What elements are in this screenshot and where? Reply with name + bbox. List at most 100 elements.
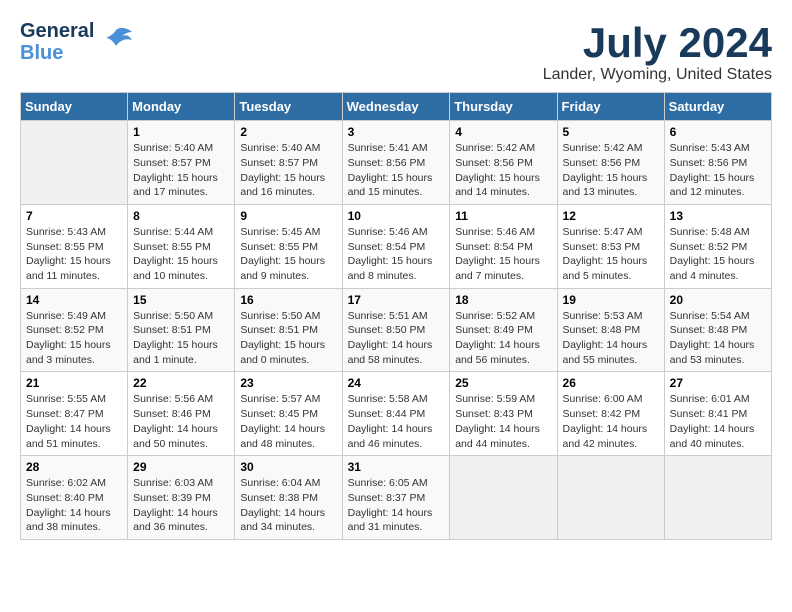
calendar-cell: 22 Sunrise: 5:56 AMSunset: 8:46 PMDayligh… [128, 372, 235, 456]
calendar-table: SundayMondayTuesdayWednesdayThursdayFrid… [20, 92, 772, 540]
day-info: Sunrise: 6:00 AMSunset: 8:42 PMDaylight:… [563, 392, 659, 451]
calendar-cell: 23 Sunrise: 5:57 AMSunset: 8:45 PMDayligh… [235, 372, 342, 456]
day-info: Sunrise: 5:59 AMSunset: 8:43 PMDaylight:… [455, 392, 551, 451]
calendar-cell: 11 Sunrise: 5:46 AMSunset: 8:54 PMDayligh… [450, 204, 557, 288]
day-info: Sunrise: 5:58 AMSunset: 8:44 PMDaylight:… [348, 392, 445, 451]
day-number: 27 [670, 376, 766, 390]
day-number: 23 [240, 376, 336, 390]
calendar-cell: 25 Sunrise: 5:59 AMSunset: 8:43 PMDayligh… [450, 372, 557, 456]
column-header-saturday: Saturday [664, 93, 771, 121]
column-header-wednesday: Wednesday [342, 93, 450, 121]
day-info: Sunrise: 5:48 AMSunset: 8:52 PMDaylight:… [670, 225, 766, 284]
day-number: 19 [563, 293, 659, 307]
calendar-cell: 3 Sunrise: 5:41 AMSunset: 8:56 PMDaylight… [342, 121, 450, 205]
calendar-cell: 4Sunrise: 5:42 AMSunset: 8:56 PMDaylight… [450, 121, 557, 205]
day-info: Sunrise: 5:50 AMSunset: 8:51 PMDaylight:… [133, 309, 229, 368]
day-info: Sunrise: 5:55 AMSunset: 8:47 PMDaylight:… [26, 392, 122, 451]
column-header-friday: Friday [557, 93, 664, 121]
day-number: 16 [240, 293, 336, 307]
calendar-cell: 24 Sunrise: 5:58 AMSunset: 8:44 PMDayligh… [342, 372, 450, 456]
calendar-cell: 26Sunrise: 6:00 AMSunset: 8:42 PMDayligh… [557, 372, 664, 456]
calendar-week-5: 28 Sunrise: 6:02 AMSunset: 8:40 PMDayligh… [21, 456, 772, 540]
day-number: 3 [348, 125, 445, 139]
day-info: Sunrise: 5:53 AMSunset: 8:48 PMDaylight:… [563, 309, 659, 368]
day-info: Sunrise: 5:49 AMSunset: 8:52 PMDaylight:… [26, 309, 122, 368]
calendar-cell: 14 Sunrise: 5:49 AMSunset: 8:52 PMDayligh… [21, 288, 128, 372]
day-number: 4 [455, 125, 551, 139]
day-info: Sunrise: 5:41 AMSunset: 8:56 PMDaylight:… [348, 141, 445, 200]
day-number: 29 [133, 460, 229, 474]
column-header-thursday: Thursday [450, 93, 557, 121]
day-info: Sunrise: 5:40 AMSunset: 8:57 PMDaylight:… [133, 141, 229, 200]
calendar-header-row: SundayMondayTuesdayWednesdayThursdayFrid… [21, 93, 772, 121]
day-info: Sunrise: 5:40 AMSunset: 8:57 PMDaylight:… [240, 141, 336, 200]
calendar-cell: 29 Sunrise: 6:03 AMSunset: 8:39 PMDayligh… [128, 456, 235, 540]
calendar-cell: 16 Sunrise: 5:50 AMSunset: 8:51 PMDayligh… [235, 288, 342, 372]
day-number: 10 [348, 209, 445, 223]
calendar-cell: 18 Sunrise: 5:52 AMSunset: 8:49 PMDayligh… [450, 288, 557, 372]
day-number: 28 [26, 460, 122, 474]
day-info: Sunrise: 5:42 AMSunset: 8:56 PMDaylight:… [563, 141, 659, 200]
day-number: 9 [240, 209, 336, 223]
calendar-week-3: 14 Sunrise: 5:49 AMSunset: 8:52 PMDayligh… [21, 288, 772, 372]
day-number: 13 [670, 209, 766, 223]
day-number: 22 [133, 376, 229, 390]
calendar-cell: 6 Sunrise: 5:43 AMSunset: 8:56 PMDaylight… [664, 121, 771, 205]
calendar-cell: 2 Sunrise: 5:40 AMSunset: 8:57 PMDaylight… [235, 121, 342, 205]
day-number: 25 [455, 376, 551, 390]
calendar-cell: 17 Sunrise: 5:51 AMSunset: 8:50 PMDayligh… [342, 288, 450, 372]
day-info: Sunrise: 5:50 AMSunset: 8:51 PMDaylight:… [240, 309, 336, 368]
day-number: 24 [348, 376, 445, 390]
calendar-cell [21, 121, 128, 205]
calendar-cell: 13 Sunrise: 5:48 AMSunset: 8:52 PMDayligh… [664, 204, 771, 288]
day-number: 18 [455, 293, 551, 307]
calendar-cell: 9Sunrise: 5:45 AMSunset: 8:55 PMDaylight… [235, 204, 342, 288]
day-number: 8 [133, 209, 229, 223]
title-block: July 2024 Lander, Wyoming, United States [543, 20, 772, 84]
calendar-cell: 27Sunrise: 6:01 AMSunset: 8:41 PMDayligh… [664, 372, 771, 456]
calendar-cell: 1Sunrise: 5:40 AMSunset: 8:57 PMDaylight… [128, 121, 235, 205]
day-number: 31 [348, 460, 445, 474]
day-info: Sunrise: 6:04 AMSunset: 8:38 PMDaylight:… [240, 476, 336, 535]
logo-general: General [20, 20, 94, 42]
calendar-cell: 20Sunrise: 5:54 AMSunset: 8:48 PMDayligh… [664, 288, 771, 372]
logo: General Blue [20, 20, 134, 64]
calendar-cell [664, 456, 771, 540]
day-info: Sunrise: 5:43 AMSunset: 8:56 PMDaylight:… [670, 141, 766, 200]
column-header-monday: Monday [128, 93, 235, 121]
day-number: 2 [240, 125, 336, 139]
day-info: Sunrise: 5:56 AMSunset: 8:46 PMDaylight:… [133, 392, 229, 451]
column-header-sunday: Sunday [21, 93, 128, 121]
day-info: Sunrise: 5:57 AMSunset: 8:45 PMDaylight:… [240, 392, 336, 451]
calendar-cell: 8 Sunrise: 5:44 AMSunset: 8:55 PMDaylight… [128, 204, 235, 288]
day-number: 17 [348, 293, 445, 307]
day-number: 12 [563, 209, 659, 223]
calendar-cell: 12 Sunrise: 5:47 AMSunset: 8:53 PMDayligh… [557, 204, 664, 288]
page-header: General Blue July 2024 Lander, Wyoming, … [20, 20, 772, 84]
day-info: Sunrise: 5:44 AMSunset: 8:55 PMDaylight:… [133, 225, 229, 284]
calendar-body: 1Sunrise: 5:40 AMSunset: 8:57 PMDaylight… [21, 121, 772, 540]
day-info: Sunrise: 5:51 AMSunset: 8:50 PMDaylight:… [348, 309, 445, 368]
calendar-week-4: 21Sunrise: 5:55 AMSunset: 8:47 PMDayligh… [21, 372, 772, 456]
day-info: Sunrise: 6:02 AMSunset: 8:40 PMDaylight:… [26, 476, 122, 535]
day-number: 7 [26, 209, 122, 223]
calendar-cell: 30Sunrise: 6:04 AMSunset: 8:38 PMDayligh… [235, 456, 342, 540]
calendar-cell: 19 Sunrise: 5:53 AMSunset: 8:48 PMDayligh… [557, 288, 664, 372]
day-info: Sunrise: 5:47 AMSunset: 8:53 PMDaylight:… [563, 225, 659, 284]
day-info: Sunrise: 5:46 AMSunset: 8:54 PMDaylight:… [455, 225, 551, 284]
day-info: Sunrise: 5:52 AMSunset: 8:49 PMDaylight:… [455, 309, 551, 368]
day-number: 11 [455, 209, 551, 223]
calendar-cell [557, 456, 664, 540]
day-number: 20 [670, 293, 766, 307]
calendar-week-1: 1Sunrise: 5:40 AMSunset: 8:57 PMDaylight… [21, 121, 772, 205]
logo-bird-icon [98, 22, 134, 63]
day-info: Sunrise: 6:03 AMSunset: 8:39 PMDaylight:… [133, 476, 229, 535]
calendar-week-2: 7Sunrise: 5:43 AMSunset: 8:55 PMDaylight… [21, 204, 772, 288]
calendar-cell: 5Sunrise: 5:42 AMSunset: 8:56 PMDaylight… [557, 121, 664, 205]
calendar-cell: 31Sunrise: 6:05 AMSunset: 8:37 PMDayligh… [342, 456, 450, 540]
day-number: 14 [26, 293, 122, 307]
day-number: 6 [670, 125, 766, 139]
day-number: 15 [133, 293, 229, 307]
calendar-cell [450, 456, 557, 540]
calendar-cell: 21Sunrise: 5:55 AMSunset: 8:47 PMDayligh… [21, 372, 128, 456]
